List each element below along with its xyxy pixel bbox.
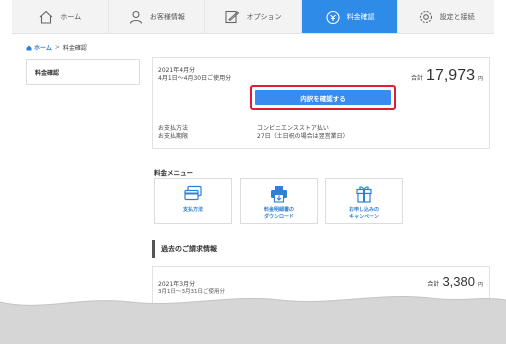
tab-settings-label: 設定と接続 [439, 12, 475, 21]
bill-total: 合計 17,973 円 [411, 67, 483, 85]
highlight-box: 内訳を確認する [250, 85, 396, 110]
edit-icon [225, 10, 240, 23]
yen-unit: 円 [477, 76, 483, 82]
tab-home-label: ホーム [60, 12, 82, 21]
bill-icon [326, 10, 340, 24]
home-small-icon [26, 45, 32, 50]
bill-range: 4月1日～4月30日ご使用分 [158, 75, 232, 82]
payment-due-value: 27日（土日祝の場合は翌営業日） [257, 133, 349, 140]
sidebar-item-label: 料金確認 [35, 69, 60, 77]
tab-billing[interactable]: 料金確認 [301, 0, 399, 33]
breadcrumb-home-label: ホーム [34, 45, 52, 52]
breadcrumb-home-link[interactable]: ホーム [26, 43, 52, 52]
tab-billing-label: 料金確認 [346, 12, 375, 21]
tab-options[interactable]: オプション [205, 0, 302, 33]
fee-menu-title: 料金メニュー [154, 169, 193, 177]
payment-due-label: お支払期限 [158, 133, 189, 140]
breadcrumb-current: 料金確認 [62, 45, 87, 52]
home-icon [40, 10, 53, 24]
payment-method-card[interactable]: 支払方法 [154, 178, 232, 224]
tab-settings[interactable]: 設定と接続 [398, 0, 494, 33]
app-frame: ホーム お客様情報 オプション 料金確認 設定と接続 ホーム > 料金確認 料金… [12, 0, 494, 316]
statement-download-card[interactable]: 料金明細書の ダウンロード [240, 178, 318, 224]
tab-options-label: オプション [246, 12, 282, 21]
campaign-card-label: お申し込みの キャンペーン [348, 207, 379, 220]
campaign-card[interactable]: お申し込みの キャンペーン [325, 178, 403, 224]
torn-edge-decoration [0, 296, 506, 344]
statement-download-card-label: 料金明細書の ダウンロード [263, 207, 294, 220]
top-nav: ホーム お客様情報 オプション 料金確認 設定と接続 [12, 0, 494, 34]
person-icon [129, 10, 142, 24]
breadcrumb-separator: > [54, 44, 60, 51]
tab-customer-info[interactable]: お客様情報 [109, 0, 206, 33]
gift-icon [356, 186, 372, 203]
current-bill-card: 2021年4月分 4月1日～4月30日ご使用分 合計 17,973 円 内訳を確… [152, 57, 490, 149]
view-breakdown-button[interactable]: 内訳を確認する [255, 90, 391, 105]
total-amount: 17,973 [426, 67, 475, 84]
breadcrumb: ホーム > 料金確認 [26, 43, 87, 52]
tab-home[interactable]: ホーム [12, 0, 109, 33]
total-label: 合計 [411, 75, 424, 82]
gear-icon [419, 10, 432, 23]
printer-download-icon [271, 186, 287, 203]
past-bills-header: 過去のご請求情報 [152, 240, 490, 258]
tab-customer-info-label: お客様情報 [149, 12, 185, 21]
payment-method-card-label: 支払方法 [182, 207, 203, 213]
credit-card-icon [184, 185, 202, 201]
sidebar-item-billing[interactable]: 料金確認 [26, 59, 140, 85]
